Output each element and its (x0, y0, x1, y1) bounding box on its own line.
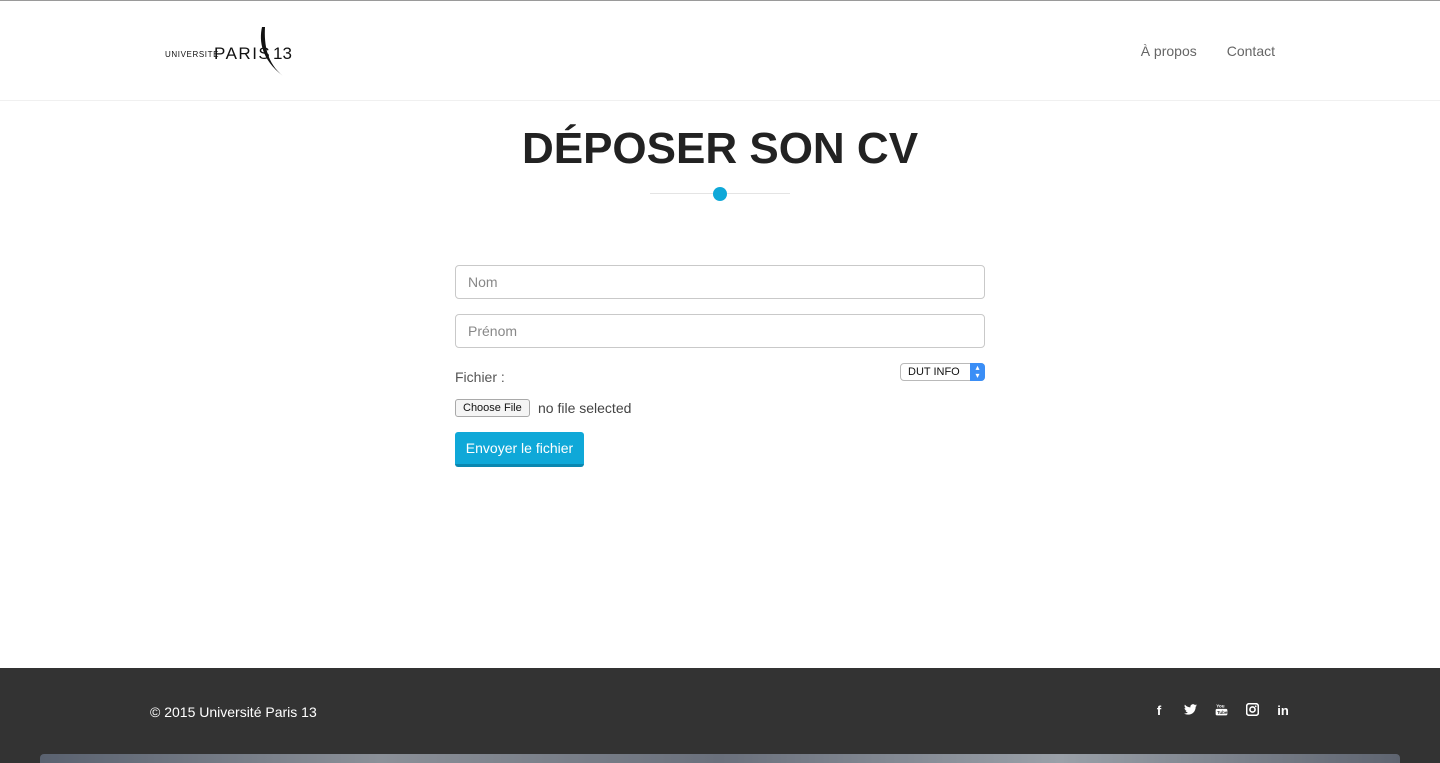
linkedin-icon[interactable]: in (1276, 703, 1290, 719)
main-nav: À propos Contact (1141, 43, 1275, 59)
instagram-icon[interactable] (1245, 702, 1259, 719)
nom-input[interactable] (455, 265, 985, 299)
site-footer: © 2015 Université Paris 13 f You Tube in (0, 668, 1440, 763)
prenom-input[interactable] (455, 314, 985, 348)
svg-text:You: You (1216, 704, 1224, 709)
youtube-icon[interactable]: You Tube (1214, 703, 1228, 719)
file-label: Fichier : (455, 369, 505, 385)
select-arrows-icon: ▴ ▾ (970, 363, 985, 381)
desktop-taskbar-edge (40, 754, 1400, 763)
facebook-icon[interactable]: f (1152, 703, 1166, 719)
program-select-value: DUT INFO (908, 366, 960, 378)
page-title: DÉPOSER SON CV (521, 124, 919, 173)
nav-link-contact[interactable]: Contact (1227, 43, 1275, 59)
svg-text:Tube: Tube (1216, 710, 1227, 715)
twitter-icon[interactable] (1183, 703, 1197, 719)
logo-number: 13 (273, 44, 292, 63)
submit-button[interactable]: Envoyer le fichier (455, 432, 584, 467)
social-links: f You Tube in (1152, 702, 1290, 719)
choose-file-button[interactable]: Choose File (455, 399, 530, 417)
title-divider-dot (713, 187, 727, 201)
site-header: UNIVERSITÉ PARIS 13 À propos Contact (0, 1, 1440, 101)
nav-link-a-propos[interactable]: À propos (1141, 43, 1197, 59)
logo-prefix: UNIVERSITÉ (165, 50, 220, 59)
program-select[interactable]: DUT INFO ▴ ▾ (900, 363, 985, 381)
no-file-text: no file selected (538, 400, 632, 416)
university-logo[interactable]: UNIVERSITÉ PARIS 13 (165, 27, 295, 77)
copyright-text: © 2015 Université Paris 13 (150, 704, 317, 720)
